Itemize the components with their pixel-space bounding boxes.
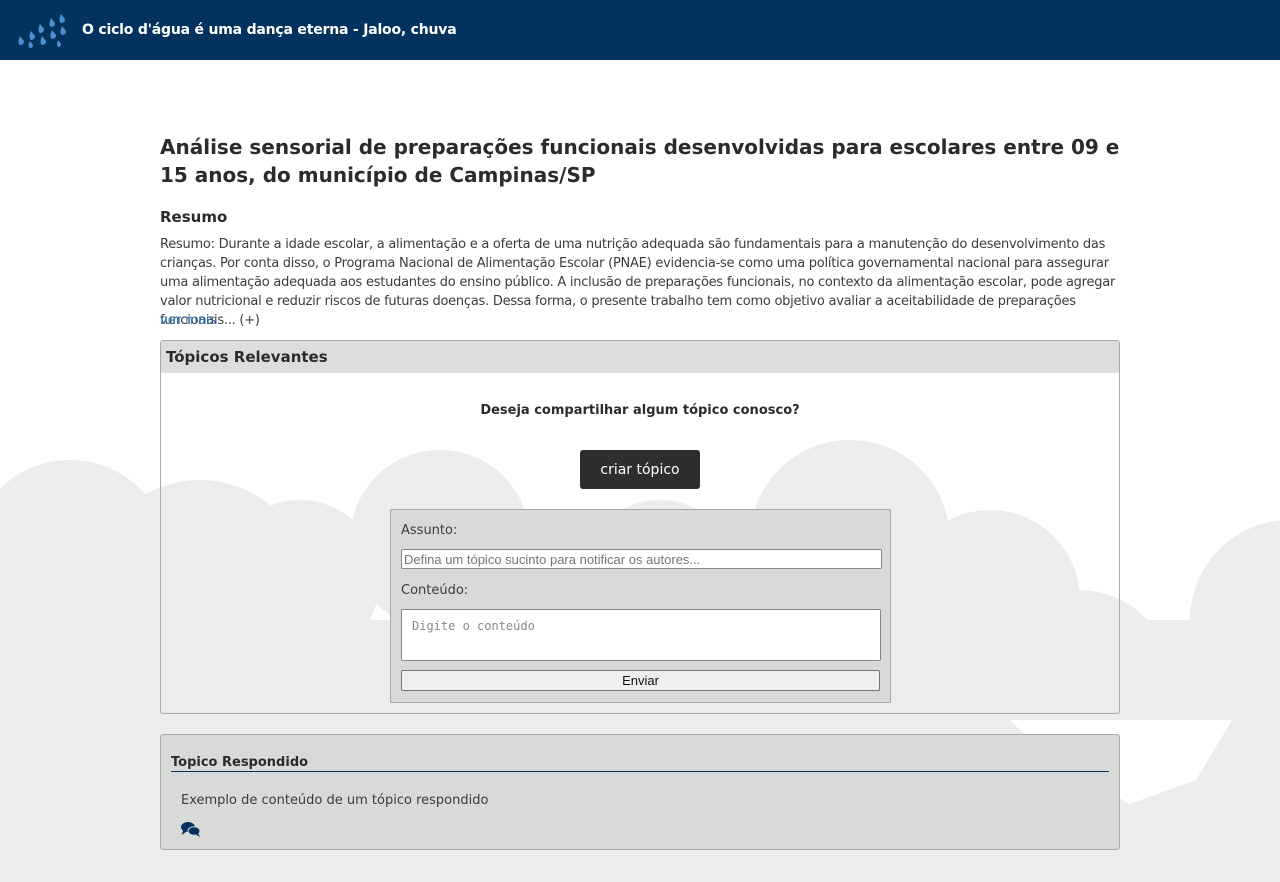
see-more-link[interactable]: ver mais xyxy=(160,313,216,328)
comments-icon[interactable] xyxy=(181,821,201,837)
answered-topic-content: Exemplo de conteúdo de um tópico respond… xyxy=(181,793,489,808)
page-title: Análise sensorial de preparações funcion… xyxy=(160,135,1120,187)
send-button[interactable]: Enviar xyxy=(401,670,880,691)
site-title[interactable]: O ciclo d'água é uma dança eterna - Jalo… xyxy=(82,22,457,38)
content-label: Conteúdo: xyxy=(401,583,469,598)
answered-topic-title: Topico Respondido xyxy=(171,755,1109,772)
subject-label: Assunto: xyxy=(401,523,458,538)
topics-panel-header: Tópicos Relevantes xyxy=(161,341,1119,373)
top-navbar: O ciclo d'água é uma dança eterna - Jalo… xyxy=(0,0,1280,60)
rain-drops-icon[interactable] xyxy=(14,12,68,48)
abstract-text: Resumo: Durante a idade escolar, a alime… xyxy=(160,237,1116,328)
content-textarea[interactable] xyxy=(401,609,881,661)
answered-topic-panel: Topico Respondido Exemplo de conteúdo de… xyxy=(160,734,1120,850)
new-topic-form: Assunto: Conteúdo: Enviar xyxy=(390,509,891,703)
create-topic-button[interactable]: criar tópico xyxy=(580,450,700,489)
subject-input[interactable] xyxy=(401,549,882,569)
abstract-heading: Resumo xyxy=(160,208,228,226)
share-topic-question: Deseja compartilhar algum tópico conosco… xyxy=(480,403,800,418)
relevant-topics-panel: Tópicos Relevantes Deseja compartilhar a… xyxy=(160,340,1120,714)
